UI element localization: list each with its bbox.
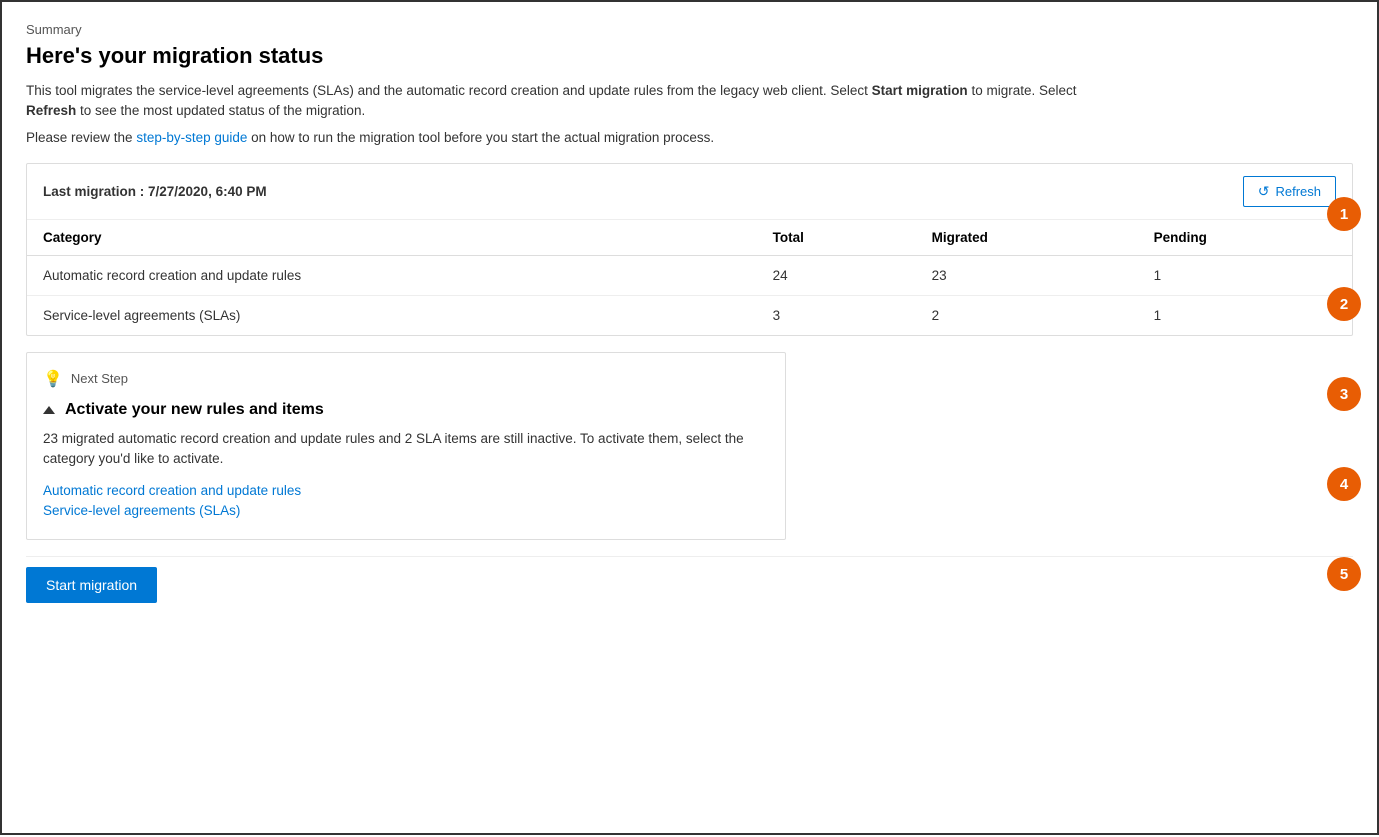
bottom-bar: Start migration — [26, 556, 1353, 603]
guide-text: Please review the step-by-step guide on … — [26, 130, 1353, 145]
migration-card: Last migration : 7/27/2020, 6:40 PM ↺ Re… — [26, 163, 1353, 336]
col-header-total: Total — [757, 220, 916, 256]
migration-header: Last migration : 7/27/2020, 6:40 PM ↺ Re… — [27, 164, 1352, 220]
table-row: Service-level agreements (SLAs)321 — [27, 295, 1352, 335]
cell-pending: 1 — [1138, 295, 1352, 335]
desc-part2: to migrate. Select — [968, 83, 1077, 98]
cell-total: 3 — [757, 295, 916, 335]
cell-total: 24 — [757, 255, 916, 295]
cell-migrated: 2 — [916, 295, 1138, 335]
migration-table-container: Category Total Migrated Pending Automati… — [27, 220, 1352, 335]
last-migration-label: Last migration : 7/27/2020, 6:40 PM — [43, 184, 267, 199]
migration-table: Category Total Migrated Pending Automati… — [27, 220, 1352, 335]
arc-link[interactable]: Automatic record creation and update rul… — [43, 483, 769, 498]
desc-part1: This tool migrates the service-level agr… — [26, 83, 872, 98]
guide-suffix: on how to run the migration tool before … — [247, 130, 714, 145]
activate-title-text: Activate your new rules and items — [65, 401, 324, 419]
refresh-icon: ↺ — [1258, 183, 1270, 200]
next-step-card: 💡 Next Step Activate your new rules and … — [26, 352, 786, 541]
refresh-button[interactable]: ↺ Refresh — [1243, 176, 1336, 207]
activate-description: 23 migrated automatic record creation an… — [43, 429, 769, 470]
desc-bold1: Start migration — [872, 83, 968, 98]
cell-pending: 1 — [1138, 255, 1352, 295]
refresh-label: Refresh — [1275, 184, 1321, 199]
cell-migrated: 23 — [916, 255, 1138, 295]
next-step-label: Next Step — [71, 371, 128, 386]
table-body: Automatic record creation and update rul… — [27, 255, 1352, 335]
step-by-step-guide-link[interactable]: step-by-step guide — [136, 130, 247, 145]
bulb-icon: 💡 — [43, 369, 63, 389]
desc-part3: to see the most updated status of the mi… — [76, 103, 365, 118]
activate-section-title: Activate your new rules and items — [43, 401, 769, 419]
table-row: Automatic record creation and update rul… — [27, 255, 1352, 295]
col-header-migrated: Migrated — [916, 220, 1138, 256]
table-header-row: Category Total Migrated Pending — [27, 220, 1352, 256]
cell-category: Automatic record creation and update rul… — [27, 255, 757, 295]
page-title: Here's your migration status — [26, 43, 1353, 69]
cell-category: Service-level agreements (SLAs) — [27, 295, 757, 335]
description-text: This tool migrates the service-level agr… — [26, 81, 1126, 122]
desc-bold2: Refresh — [26, 103, 76, 118]
col-header-pending: Pending — [1138, 220, 1352, 256]
col-header-category: Category — [27, 220, 757, 256]
start-migration-button[interactable]: Start migration — [26, 567, 157, 603]
summary-label: Summary — [26, 22, 1353, 37]
chevron-up-icon — [43, 406, 55, 414]
guide-prefix: Please review the — [26, 130, 136, 145]
sla-link[interactable]: Service-level agreements (SLAs) — [43, 503, 769, 518]
next-step-header: 💡 Next Step — [43, 369, 769, 389]
